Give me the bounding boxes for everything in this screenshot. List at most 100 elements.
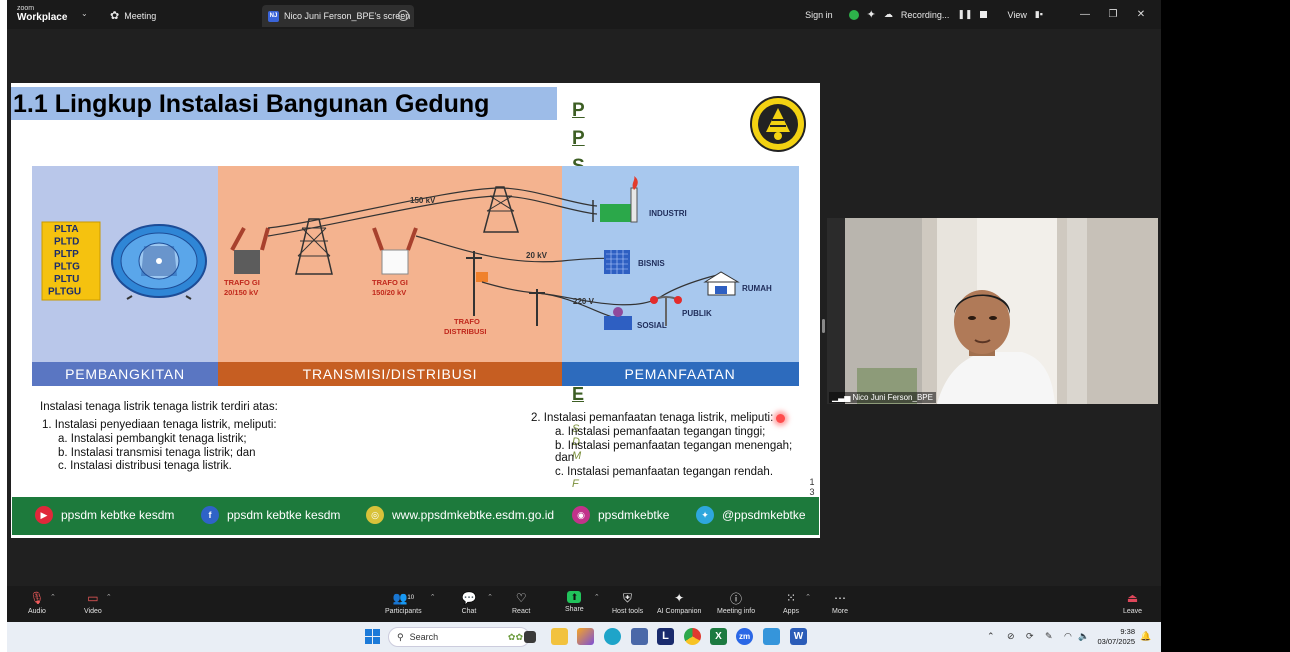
label-trafo-gi-1: TRAFO GI [224, 278, 260, 287]
slide-title: 1.1 Lingkup Instalasi Bangunan Gedung [11, 87, 557, 120]
share-screen-icon: ⬆ [567, 591, 582, 603]
react-button[interactable]: ♡ React [512, 591, 530, 615]
muted-mic-icon: 🎙 [29, 591, 45, 605]
left-subitem: a. Instalasi pembangkit tenaga listrik; [58, 433, 247, 445]
participants-options-icon[interactable]: ⌃ [430, 593, 436, 601]
more-options-icon[interactable]: ··· [398, 10, 409, 21]
system-clock[interactable]: 9:38 03/07/2025 [1097, 627, 1135, 647]
right-subitem: dan [555, 452, 575, 464]
wifi-icon[interactable]: ◠ [1064, 631, 1072, 642]
encryption-shield-icon[interactable] [848, 9, 859, 20]
chat-button[interactable]: 💬 Chat ⌃ [461, 591, 493, 615]
sparkle-icon: ✦ [674, 591, 685, 605]
panel-resize-handle[interactable] [822, 319, 825, 333]
label-bisnis: BISNIS [638, 259, 665, 268]
snipping-icon[interactable] [763, 628, 780, 645]
network-off-icon[interactable]: ⊘ [1007, 631, 1015, 642]
minimize-icon[interactable]: — [1075, 9, 1095, 20]
copilot-icon[interactable] [577, 628, 594, 645]
label-trafo-dist: TRAFO [454, 317, 480, 326]
info-icon: ⓘ [730, 591, 743, 606]
apps-button[interactable]: ⁙ Apps ⌃ [783, 591, 811, 615]
section-label-pemanfaatan: PEMANFAATAN [625, 366, 736, 382]
ai-sparkle-icon[interactable]: ✦ [867, 8, 876, 21]
share-options-icon[interactable]: ⌃ [594, 593, 600, 601]
label-20kv: 20 kV [526, 251, 548, 260]
section-label-pembangkitan: PEMBANGKITAN [65, 366, 185, 382]
leave-button[interactable]: ⏏ Leave [1123, 591, 1142, 615]
footer-twitter: ✦ @ppsdmkebtke [696, 506, 806, 524]
tray-overflow-icon[interactable]: ⌃ [987, 631, 995, 642]
video-options-icon[interactable]: ⌃ [106, 593, 112, 601]
label-trafo-gi-2: TRAFO GI [372, 278, 408, 287]
label-trafo-gi-2-sub: 150/20 kV [372, 288, 406, 297]
generator-label: PLTA [54, 224, 79, 235]
pen-icon[interactable]: ✎ [1045, 631, 1053, 642]
left-subitem: b. Instalasi transmisi tenaga listrik; d… [58, 446, 256, 459]
chat-icon: 💬 [461, 591, 477, 605]
signal-bars-icon: ▁▃▅ [832, 393, 851, 402]
screen-share-tab[interactable]: NJ Nico Juni Ferson_BPE's screen ··· [262, 5, 414, 27]
section-label-transmisi: TRANSMISI/DISTRIBUSI [303, 366, 478, 382]
zoom-app-icon[interactable]: zm [736, 628, 753, 645]
word-icon[interactable]: W [790, 628, 807, 645]
view-layout-icon[interactable]: ▮▪ [1035, 9, 1043, 20]
ai-companion-button[interactable]: ✦ AI Companion [657, 591, 701, 615]
right-subitem: a. Instalasi pemanfaatan tegangan tinggi… [555, 426, 766, 438]
participant-video[interactable]: ▁▃▅ Nico Juni Ferson_BPE [827, 218, 1158, 404]
sync-icon[interactable]: ⟳ [1026, 631, 1034, 642]
zoom-title-bar: zoom Workplace ⌄ ✿ Meeting NJ Nico Juni … [7, 0, 1161, 29]
taskbar-search[interactable]: ⚲ Search ✿✿ [388, 627, 530, 647]
meeting-gear-icon: ✿ [110, 10, 120, 22]
more-icon: ⋯ [834, 591, 846, 605]
label-trafo-gi-1-sub: 20/150 kV [224, 288, 258, 297]
zoom-workplace-logo[interactable]: zoom Workplace [17, 4, 67, 23]
audio-button[interactable]: 🎙 Audio ⌃ [28, 591, 56, 615]
power-system-diagram: 150 kV 20 kV 220 V TRAFO GI 20/150 kV TR… [32, 166, 799, 386]
overlay-letter: S [572, 156, 585, 166]
right-subitem: b. Instalasi pemanfaatan tegangan meneng… [555, 439, 793, 452]
laser-pointer [776, 414, 785, 423]
chevron-down-icon[interactable]: ⌄ [81, 9, 88, 18]
chrome-icon[interactable] [684, 628, 701, 645]
store-icon[interactable] [631, 628, 648, 645]
view-button[interactable]: View [1007, 10, 1026, 20]
l-app-icon[interactable]: L [657, 628, 674, 645]
left-subitem: c. Instalasi distribusi tenaga listrik. [58, 460, 232, 472]
chat-options-icon[interactable]: ⌃ [487, 593, 493, 601]
audio-options-icon[interactable]: ⌃ [50, 593, 56, 601]
file-explorer-icon[interactable] [551, 628, 568, 645]
video-button[interactable]: ▭ Video ⌃ [84, 591, 112, 615]
close-icon[interactable]: ✕ [1131, 9, 1151, 20]
participant-video-feed [827, 218, 1158, 404]
search-highlight-icon: ✿✿ [507, 631, 523, 642]
sign-in-button[interactable]: Sign in [805, 10, 833, 20]
restore-icon[interactable]: ❐ [1103, 9, 1123, 20]
label-220v: 220 V [573, 297, 595, 306]
pause-recording-icon[interactable]: ❚❚ [957, 9, 972, 20]
windows-start-icon[interactable] [364, 628, 381, 645]
generator-label: PLTP [54, 249, 79, 260]
twitter-icon: ✦ [696, 506, 714, 524]
video-off-icon: ▭ [87, 591, 99, 605]
volume-icon[interactable]: 🔈 [1078, 631, 1089, 642]
label-rumah: RUMAH [742, 284, 772, 293]
desktop-background [1161, 0, 1290, 652]
label-industri: INDUSTRI [649, 209, 687, 218]
notification-bell-icon[interactable]: 🔔 [1140, 631, 1151, 642]
task-view-icon[interactable] [524, 631, 536, 643]
meeting-tab[interactable]: ✿ Meeting [110, 9, 156, 22]
apps-options-icon[interactable]: ⌃ [805, 593, 811, 601]
host-tools-button[interactable]: ⛨ Host tools [612, 591, 643, 616]
recording-status[interactable]: Recording... [901, 10, 950, 20]
participants-button[interactable]: 👥 10 Participants ⌃ [385, 591, 436, 615]
excel-icon[interactable]: X [710, 628, 727, 645]
meeting-info-button[interactable]: ⓘ Meeting info [717, 591, 755, 616]
share-button[interactable]: ⬆ Share ⌃ [565, 591, 600, 613]
stop-recording-icon[interactable] [980, 11, 988, 18]
overlay-letter: F [572, 478, 579, 490]
shared-slide: 1.1 Lingkup Instalasi Bangunan Gedung P … [11, 83, 820, 538]
more-button[interactable]: ⋯ More [832, 591, 848, 615]
edge-icon[interactable] [604, 628, 621, 645]
share-avatar: NJ [268, 10, 279, 22]
